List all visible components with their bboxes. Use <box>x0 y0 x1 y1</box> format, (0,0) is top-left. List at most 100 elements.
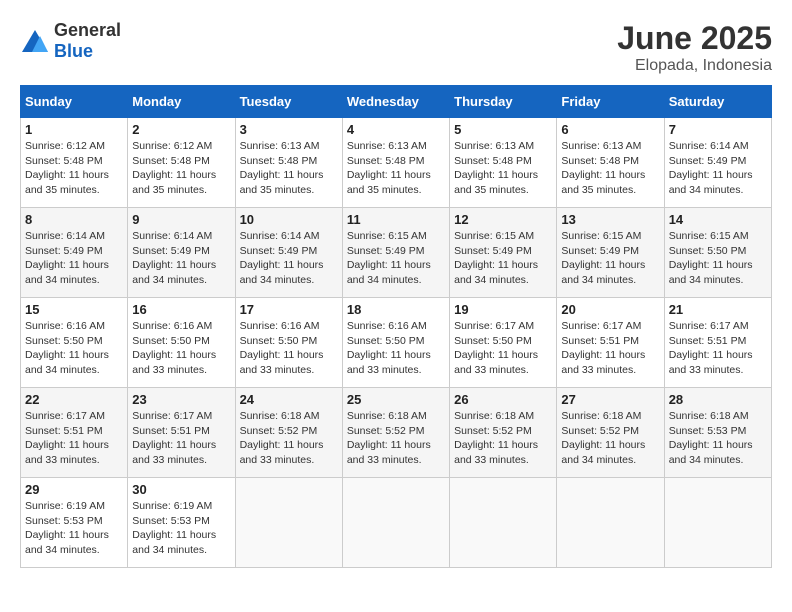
day-number: 21 <box>669 302 767 317</box>
day-number: 19 <box>454 302 552 317</box>
weekday-header-thursday: Thursday <box>450 86 557 118</box>
calendar-cell: 29 Sunrise: 6:19 AM Sunset: 5:53 PM Dayl… <box>21 478 128 568</box>
calendar-cell <box>342 478 449 568</box>
day-info: Sunrise: 6:15 AM Sunset: 5:49 PM Dayligh… <box>454 229 552 288</box>
calendar-cell: 6 Sunrise: 6:13 AM Sunset: 5:48 PM Dayli… <box>557 118 664 208</box>
calendar-week-3: 15 Sunrise: 6:16 AM Sunset: 5:50 PM Dayl… <box>21 298 772 388</box>
day-info: Sunrise: 6:13 AM Sunset: 5:48 PM Dayligh… <box>454 139 552 198</box>
day-info: Sunrise: 6:13 AM Sunset: 5:48 PM Dayligh… <box>240 139 338 198</box>
calendar-cell: 2 Sunrise: 6:12 AM Sunset: 5:48 PM Dayli… <box>128 118 235 208</box>
day-number: 15 <box>25 302 123 317</box>
month-title: June 2025 <box>617 20 772 57</box>
day-number: 23 <box>132 392 230 407</box>
day-info: Sunrise: 6:18 AM Sunset: 5:52 PM Dayligh… <box>454 409 552 468</box>
day-info: Sunrise: 6:12 AM Sunset: 5:48 PM Dayligh… <box>25 139 123 198</box>
calendar-header: SundayMondayTuesdayWednesdayThursdayFrid… <box>21 86 772 118</box>
day-info: Sunrise: 6:14 AM Sunset: 5:49 PM Dayligh… <box>669 139 767 198</box>
day-number: 2 <box>132 122 230 137</box>
calendar-cell: 4 Sunrise: 6:13 AM Sunset: 5:48 PM Dayli… <box>342 118 449 208</box>
day-info: Sunrise: 6:18 AM Sunset: 5:52 PM Dayligh… <box>347 409 445 468</box>
calendar-cell <box>235 478 342 568</box>
logo-text-general: General <box>54 20 121 40</box>
day-number: 10 <box>240 212 338 227</box>
day-info: Sunrise: 6:19 AM Sunset: 5:53 PM Dayligh… <box>132 499 230 558</box>
day-info: Sunrise: 6:17 AM Sunset: 5:51 PM Dayligh… <box>132 409 230 468</box>
day-number: 16 <box>132 302 230 317</box>
calendar-cell: 5 Sunrise: 6:13 AM Sunset: 5:48 PM Dayli… <box>450 118 557 208</box>
day-info: Sunrise: 6:12 AM Sunset: 5:48 PM Dayligh… <box>132 139 230 198</box>
weekday-header-wednesday: Wednesday <box>342 86 449 118</box>
day-number: 13 <box>561 212 659 227</box>
calendar-cell <box>450 478 557 568</box>
day-info: Sunrise: 6:17 AM Sunset: 5:51 PM Dayligh… <box>561 319 659 378</box>
day-info: Sunrise: 6:14 AM Sunset: 5:49 PM Dayligh… <box>132 229 230 288</box>
day-number: 25 <box>347 392 445 407</box>
day-info: Sunrise: 6:18 AM Sunset: 5:53 PM Dayligh… <box>669 409 767 468</box>
day-info: Sunrise: 6:19 AM Sunset: 5:53 PM Dayligh… <box>25 499 123 558</box>
day-number: 8 <box>25 212 123 227</box>
day-number: 27 <box>561 392 659 407</box>
day-info: Sunrise: 6:18 AM Sunset: 5:52 PM Dayligh… <box>561 409 659 468</box>
logo-text-blue: Blue <box>54 41 93 61</box>
calendar-cell: 16 Sunrise: 6:16 AM Sunset: 5:50 PM Dayl… <box>128 298 235 388</box>
day-info: Sunrise: 6:17 AM Sunset: 5:51 PM Dayligh… <box>669 319 767 378</box>
calendar-cell: 13 Sunrise: 6:15 AM Sunset: 5:49 PM Dayl… <box>557 208 664 298</box>
calendar-cell: 11 Sunrise: 6:15 AM Sunset: 5:49 PM Dayl… <box>342 208 449 298</box>
day-info: Sunrise: 6:15 AM Sunset: 5:49 PM Dayligh… <box>561 229 659 288</box>
calendar-cell: 22 Sunrise: 6:17 AM Sunset: 5:51 PM Dayl… <box>21 388 128 478</box>
day-number: 6 <box>561 122 659 137</box>
day-number: 26 <box>454 392 552 407</box>
day-info: Sunrise: 6:13 AM Sunset: 5:48 PM Dayligh… <box>347 139 445 198</box>
weekday-header-tuesday: Tuesday <box>235 86 342 118</box>
day-info: Sunrise: 6:17 AM Sunset: 5:51 PM Dayligh… <box>25 409 123 468</box>
day-number: 20 <box>561 302 659 317</box>
calendar-cell: 3 Sunrise: 6:13 AM Sunset: 5:48 PM Dayli… <box>235 118 342 208</box>
calendar-table: SundayMondayTuesdayWednesdayThursdayFrid… <box>20 85 772 568</box>
weekday-header-saturday: Saturday <box>664 86 771 118</box>
day-number: 11 <box>347 212 445 227</box>
calendar-cell: 27 Sunrise: 6:18 AM Sunset: 5:52 PM Dayl… <box>557 388 664 478</box>
day-number: 22 <box>25 392 123 407</box>
calendar-cell: 23 Sunrise: 6:17 AM Sunset: 5:51 PM Dayl… <box>128 388 235 478</box>
calendar-week-4: 22 Sunrise: 6:17 AM Sunset: 5:51 PM Dayl… <box>21 388 772 478</box>
day-info: Sunrise: 6:16 AM Sunset: 5:50 PM Dayligh… <box>25 319 123 378</box>
day-info: Sunrise: 6:16 AM Sunset: 5:50 PM Dayligh… <box>240 319 338 378</box>
calendar-cell: 24 Sunrise: 6:18 AM Sunset: 5:52 PM Dayl… <box>235 388 342 478</box>
calendar-cell: 25 Sunrise: 6:18 AM Sunset: 5:52 PM Dayl… <box>342 388 449 478</box>
weekday-header-monday: Monday <box>128 86 235 118</box>
calendar-cell: 14 Sunrise: 6:15 AM Sunset: 5:50 PM Dayl… <box>664 208 771 298</box>
calendar-week-1: 1 Sunrise: 6:12 AM Sunset: 5:48 PM Dayli… <box>21 118 772 208</box>
day-info: Sunrise: 6:18 AM Sunset: 5:52 PM Dayligh… <box>240 409 338 468</box>
calendar-cell: 1 Sunrise: 6:12 AM Sunset: 5:48 PM Dayli… <box>21 118 128 208</box>
location-title: Elopada, Indonesia <box>617 57 772 75</box>
calendar-week-2: 8 Sunrise: 6:14 AM Sunset: 5:49 PM Dayli… <box>21 208 772 298</box>
calendar-cell: 30 Sunrise: 6:19 AM Sunset: 5:53 PM Dayl… <box>128 478 235 568</box>
logo: General Blue <box>20 20 121 62</box>
day-number: 17 <box>240 302 338 317</box>
day-info: Sunrise: 6:14 AM Sunset: 5:49 PM Dayligh… <box>240 229 338 288</box>
day-info: Sunrise: 6:14 AM Sunset: 5:49 PM Dayligh… <box>25 229 123 288</box>
calendar-cell <box>664 478 771 568</box>
calendar-cell: 20 Sunrise: 6:17 AM Sunset: 5:51 PM Dayl… <box>557 298 664 388</box>
title-area: June 2025 Elopada, Indonesia <box>617 20 772 75</box>
day-number: 1 <box>25 122 123 137</box>
day-number: 3 <box>240 122 338 137</box>
calendar-cell: 18 Sunrise: 6:16 AM Sunset: 5:50 PM Dayl… <box>342 298 449 388</box>
calendar-week-5: 29 Sunrise: 6:19 AM Sunset: 5:53 PM Dayl… <box>21 478 772 568</box>
day-info: Sunrise: 6:16 AM Sunset: 5:50 PM Dayligh… <box>347 319 445 378</box>
calendar-cell: 10 Sunrise: 6:14 AM Sunset: 5:49 PM Dayl… <box>235 208 342 298</box>
day-number: 30 <box>132 482 230 497</box>
day-info: Sunrise: 6:15 AM Sunset: 5:50 PM Dayligh… <box>669 229 767 288</box>
day-number: 29 <box>25 482 123 497</box>
day-number: 24 <box>240 392 338 407</box>
day-number: 12 <box>454 212 552 227</box>
day-info: Sunrise: 6:15 AM Sunset: 5:49 PM Dayligh… <box>347 229 445 288</box>
day-number: 7 <box>669 122 767 137</box>
day-number: 14 <box>669 212 767 227</box>
day-number: 5 <box>454 122 552 137</box>
day-number: 28 <box>669 392 767 407</box>
day-number: 9 <box>132 212 230 227</box>
calendar-cell: 28 Sunrise: 6:18 AM Sunset: 5:53 PM Dayl… <box>664 388 771 478</box>
calendar-cell: 9 Sunrise: 6:14 AM Sunset: 5:49 PM Dayli… <box>128 208 235 298</box>
day-info: Sunrise: 6:16 AM Sunset: 5:50 PM Dayligh… <box>132 319 230 378</box>
